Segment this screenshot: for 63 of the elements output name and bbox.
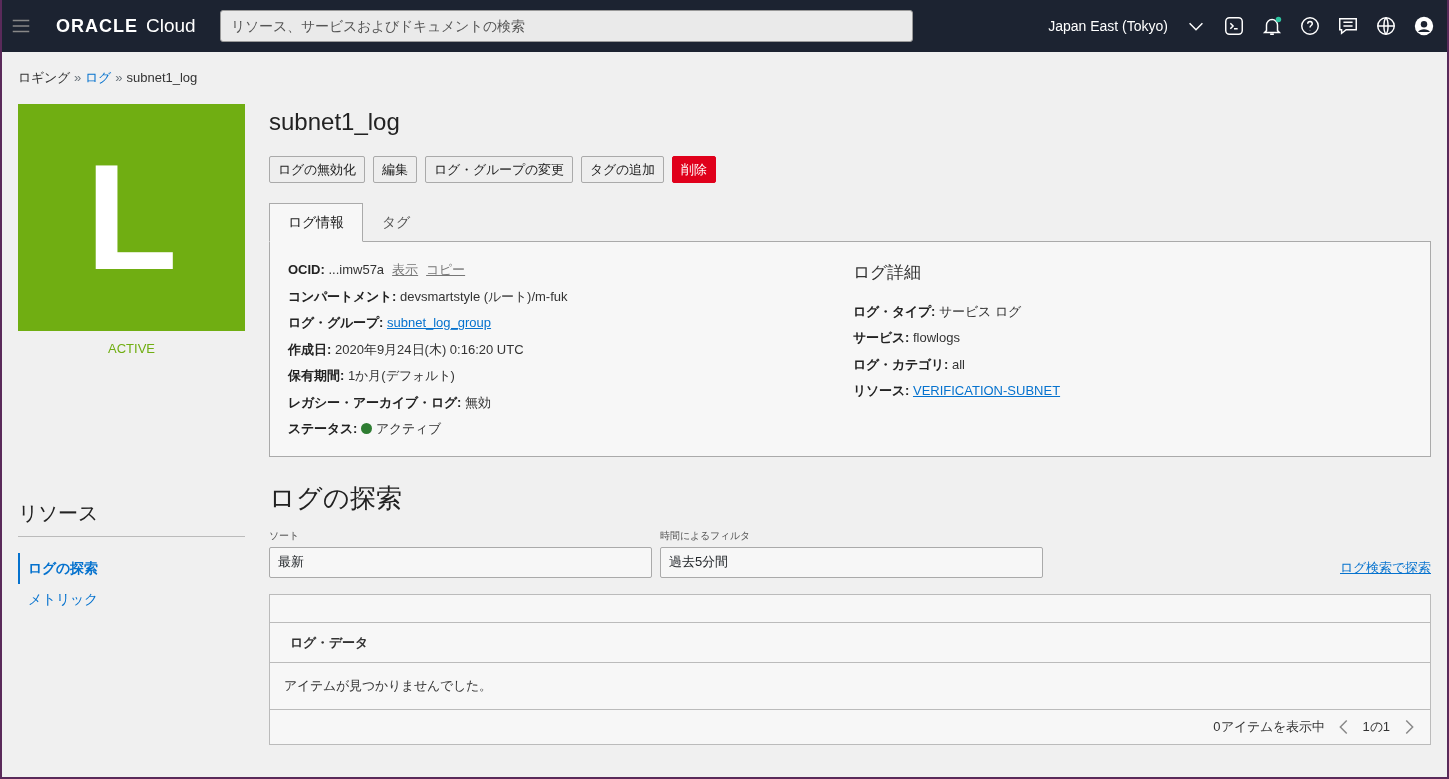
field-label: 保有期間: — [288, 368, 345, 383]
field-label: ログ・カテゴリ: — [853, 356, 949, 372]
field-label: サービス: — [853, 330, 910, 345]
field-value: devsmartstyle (ルート)/m-fuk — [399, 288, 568, 304]
field-label: ステータス: — [288, 421, 358, 436]
search-link[interactable]: ログ検索で探索 — [1340, 558, 1431, 578]
terminal-icon[interactable] — [1223, 15, 1245, 37]
breadcrumb-separator: » — [74, 69, 82, 87]
resource-icon: L — [18, 103, 245, 331]
ocid-link[interactable]: コピー — [426, 262, 466, 277]
region-selector[interactable]: Japan East (Tokyo) — [1047, 14, 1169, 38]
field-label: OCID: — [288, 262, 325, 277]
logo-product-text[interactable]: Cloud — [146, 11, 196, 41]
field-label: ソート — [269, 528, 300, 543]
sidebar-item[interactable]: ログの探索 — [18, 553, 245, 584]
field-label: 時間によるフィルタ — [660, 528, 751, 543]
filter-select[interactable]: 過去5分間 — [660, 546, 1043, 578]
item-count: 0アイテムを表示中 — [1213, 717, 1325, 736]
logo-text[interactable]: ORACLE — [56, 12, 138, 40]
bell-with-dot-icon[interactable] — [1261, 15, 1283, 37]
sort-select[interactable]: 最新 — [269, 546, 652, 578]
field-value: 2020年9月24日(木) 0:16:20 UTC — [334, 341, 524, 357]
details-title: ログ詳細 — [853, 262, 922, 284]
field-label: ログ・グループ: — [288, 315, 384, 330]
breadcrumb-item: subnet1_log — [126, 69, 198, 87]
action-button[interactable]: 編集 — [373, 155, 417, 183]
field-value: 1か月(デフォルト) — [347, 368, 455, 383]
resource-state: ACTIVE — [107, 339, 156, 358]
globe-icon[interactable] — [1375, 15, 1397, 37]
user-avatar-icon[interactable] — [1413, 15, 1435, 37]
empty-message: アイテムが見つかりませんでした。 — [270, 663, 1430, 710]
tab[interactable]: タグ — [363, 203, 429, 242]
field-value: flowlogs — [912, 330, 960, 345]
tab[interactable]: ログ情報 — [269, 203, 363, 242]
field-label: 作成日: — [288, 341, 332, 357]
breadcrumb-link[interactable]: ログ — [85, 68, 112, 88]
column-header: ログ・データ — [290, 633, 368, 652]
action-button[interactable]: ログ・グループの変更 — [425, 155, 573, 183]
field-value: 無効 — [464, 394, 491, 410]
explore-title: ログの探索 — [269, 481, 403, 515]
field-label: リソース: — [853, 383, 910, 398]
field-label: ログ・タイプ: — [853, 303, 936, 319]
search-field[interactable]: リソース、サービスおよびドキュメントの検索 — [219, 10, 913, 42]
field-value: サービス ログ — [938, 303, 1021, 319]
field-link[interactable]: VERIFICATION-SUBNET — [912, 383, 1061, 398]
page-indicator: 1の1 — [1362, 717, 1390, 736]
delete-button[interactable]: 削除 — [672, 155, 716, 183]
chat-icon[interactable] — [1337, 15, 1359, 37]
sidebar-item[interactable]: メトリック — [18, 584, 245, 615]
help-icon[interactable] — [1299, 15, 1321, 37]
breadcrumb-item: ロギング — [18, 69, 70, 87]
field-label: レガシー・アーカイブ・ログ: — [288, 394, 462, 410]
field-value: アクティブ — [375, 421, 441, 436]
page-title: subnet1_log — [269, 106, 401, 137]
field-link[interactable]: subnet_log_group — [386, 315, 492, 330]
field-label: コンパートメント: — [288, 288, 397, 304]
field-value: ...imw57a — [328, 262, 385, 277]
breadcrumb-separator: » — [115, 69, 123, 87]
action-button[interactable]: ログの無効化 — [269, 155, 365, 183]
ocid-link[interactable]: 表示 — [392, 262, 419, 277]
action-button[interactable]: タグの追加 — [581, 155, 664, 183]
resources-title: リソース — [18, 498, 245, 537]
field-value: all — [951, 356, 965, 372]
